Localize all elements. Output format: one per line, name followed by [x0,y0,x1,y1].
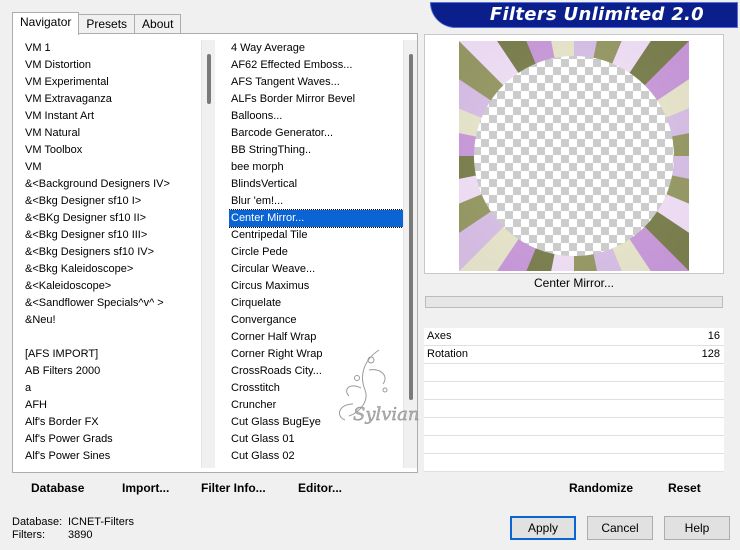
filter-item[interactable]: AF62 Effected Emboss... [229,57,405,74]
param-empty-row [424,364,724,382]
cancel-button[interactable]: Cancel [587,516,653,540]
param-empty-row [424,454,724,472]
filter-item[interactable]: Cut Glass 03 [229,465,405,468]
selected-filter-name: Center Mirror... [533,276,614,290]
tab-strip: Navigator Presets About [12,12,182,35]
filter-item[interactable]: ALFs Border Mirror Bevel [229,91,405,108]
category-item[interactable]: a [23,380,207,397]
param-empty-row [424,436,724,454]
database-button[interactable]: Database [31,481,84,495]
category-scrollbar[interactable] [201,40,215,468]
category-item[interactable]: VM Instant Art [23,108,207,125]
category-item[interactable]: VM 1 [23,40,207,57]
category-item[interactable]: &<Bkg Designer sf10 III> [23,227,207,244]
filter-item[interactable]: Circle Pede [229,244,405,261]
app-title: Filters Unlimited 2.0 [489,4,704,25]
filter-item[interactable]: Centripedal Tile [229,227,405,244]
category-item[interactable]: AB Filters 2000 [23,363,207,380]
param-rotation-label: Rotation [427,348,468,360]
title-banner: Filters Unlimited 2.0 [430,2,738,28]
filter-item[interactable]: bee morph [229,159,405,176]
param-empty-row [424,400,724,418]
tab-navigator[interactable]: Navigator [12,12,80,35]
filter-item[interactable]: Balloons... [229,108,405,125]
filter-item[interactable]: Convergance [229,312,405,329]
category-item[interactable]: VM Toolbox [23,142,207,159]
category-item[interactable]: Alf's Power Grads [23,431,207,448]
filter-item[interactable]: 4 Way Average [229,40,405,57]
param-axes-value: 16 [707,330,720,342]
filter-item[interactable]: Blur 'em!... [229,193,405,210]
category-item[interactable]: VM Experimental [23,74,207,91]
category-item[interactable]: [AFS IMPORT] [23,346,207,363]
filter-info-button[interactable]: Filter Info... [201,481,266,495]
tab-presets[interactable]: Presets [78,14,136,34]
category-item[interactable]: &<Bkg Kaleidoscope> [23,261,207,278]
category-scroll-thumb[interactable] [207,54,211,104]
filter-item[interactable]: AFS Tangent Waves... [229,74,405,91]
filter-item[interactable]: Cut Glass 02 [229,448,405,465]
filter-item[interactable]: Circus Maximus [229,278,405,295]
category-item[interactable]: VM [23,159,207,176]
param-axes[interactable]: Axes 16 [424,328,724,346]
category-item[interactable]: Alf's Power Sines [23,448,207,465]
category-item[interactable]: &<Bkg Designers sf10 IV> [23,244,207,261]
filter-item[interactable]: BB StringThing.. [229,142,405,159]
filter-item[interactable]: Cirquelate [229,295,405,312]
progress-bar [425,296,723,308]
category-item[interactable]: &<BKg Designer sf10 II> [23,210,207,227]
param-rotation-value: 128 [701,348,720,360]
preview-pane [424,34,724,274]
category-item[interactable]: VM Extravaganza [23,91,207,108]
watermark-text: Sylviane [353,404,419,425]
apply-button[interactable]: Apply [510,516,576,540]
category-item[interactable]: &<Bkg Designer sf10 I> [23,193,207,210]
parameter-list: Axes 16 Rotation 128 [424,328,724,472]
param-rotation[interactable]: Rotation 128 [424,346,724,364]
param-axes-label: Axes [427,330,452,342]
filter-item[interactable]: Center Mirror... [229,209,405,228]
reset-button[interactable]: Reset [668,481,701,495]
filter-item[interactable]: Circular Weave... [229,261,405,278]
filter-item[interactable]: Barcode Generator... [229,125,405,142]
category-item[interactable]: Alf's Border FX [23,414,207,431]
category-item [23,329,207,346]
param-empty-row [424,418,724,436]
database-label: Database: [12,516,63,528]
category-item[interactable]: VM Distortion [23,57,207,74]
editor-button[interactable]: Editor... [298,481,342,495]
preview-image [459,41,689,271]
category-item[interactable]: AFH [23,397,207,414]
param-empty-row [424,382,724,400]
database-value: ICNET-Filters [68,516,134,528]
filter-item[interactable]: BlindsVertical [229,176,405,193]
help-button[interactable]: Help [664,516,730,540]
watermark-signature: Sylviane [338,349,419,425]
filters-count-value: 3890 [68,529,93,541]
filters-count-label: Filters: [12,529,45,541]
category-item[interactable]: &<Kaleidoscope> [23,278,207,295]
transparent-center [474,56,674,256]
navigator-panel: VM 1 VM Distortion VM Experimental VM Extra… [12,33,419,473]
category-list[interactable]: VM 1 VM Distortion VM Experimental VM Extra… [23,40,207,468]
category-item[interactable]: VM Natural [23,125,207,142]
randomize-button[interactable]: Randomize [569,481,633,495]
category-item[interactable]: &Neu! [23,312,207,329]
category-item[interactable]: &<Background Designers IV> [23,176,207,193]
import-button[interactable]: Import... [122,481,169,495]
tab-about[interactable]: About [134,14,182,34]
category-item[interactable]: &<Sandflower Specials^v^ > [23,295,207,312]
